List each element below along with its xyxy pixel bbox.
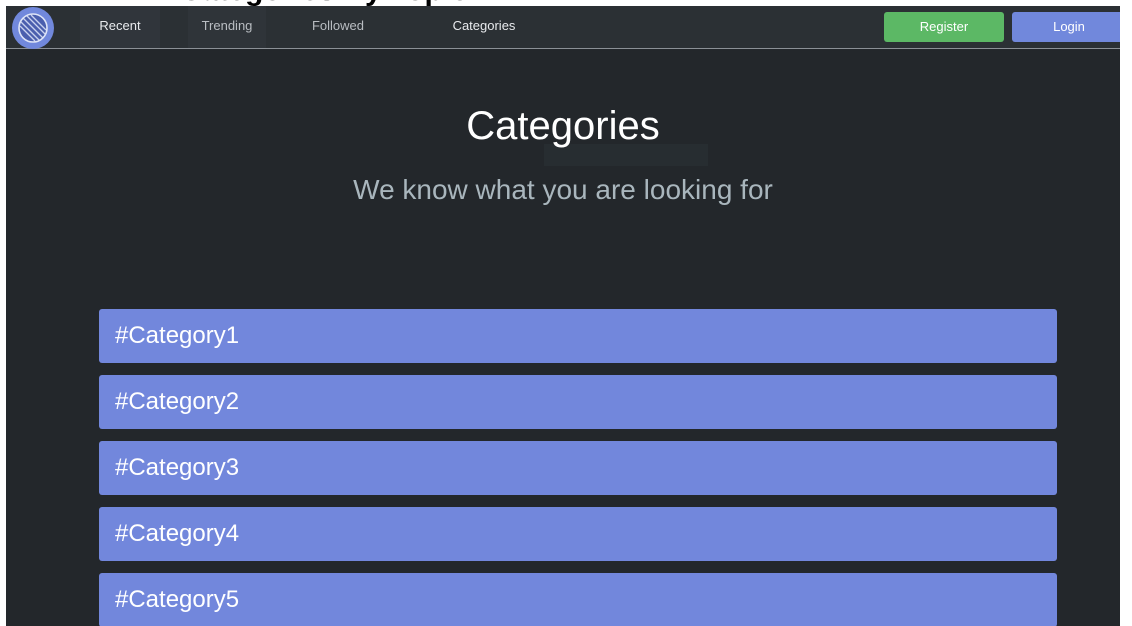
category-item-2[interactable]: #Category2 — [99, 375, 1057, 429]
login-button[interactable]: Login — [1012, 12, 1120, 42]
page-subtitle: We know what you are looking for — [353, 174, 773, 205]
category-item-5[interactable]: #Category5 — [99, 573, 1057, 626]
nav-tab-trending[interactable]: Trending — [188, 6, 266, 48]
page-title: Categories — [466, 104, 660, 148]
category-item-3[interactable]: #Category3 — [99, 441, 1057, 495]
globe-logo-icon[interactable] — [12, 7, 54, 49]
category-item-4[interactable]: #Category4 — [99, 507, 1057, 561]
category-item-1[interactable]: #Category1 — [99, 309, 1057, 363]
nav-tab-followed[interactable]: Followed — [298, 6, 378, 48]
nav-tab-recent[interactable]: Recent — [80, 6, 160, 48]
app-window: Recent Trending Followed Categories Regi… — [6, 6, 1120, 626]
register-button[interactable]: Register — [884, 12, 1004, 42]
category-list: #Category1 #Category2 #Category3 #Catego… — [99, 309, 1057, 626]
nav-tab-categories[interactable]: Categories — [436, 6, 532, 48]
top-navbar: Recent Trending Followed Categories Regi… — [6, 6, 1120, 49]
